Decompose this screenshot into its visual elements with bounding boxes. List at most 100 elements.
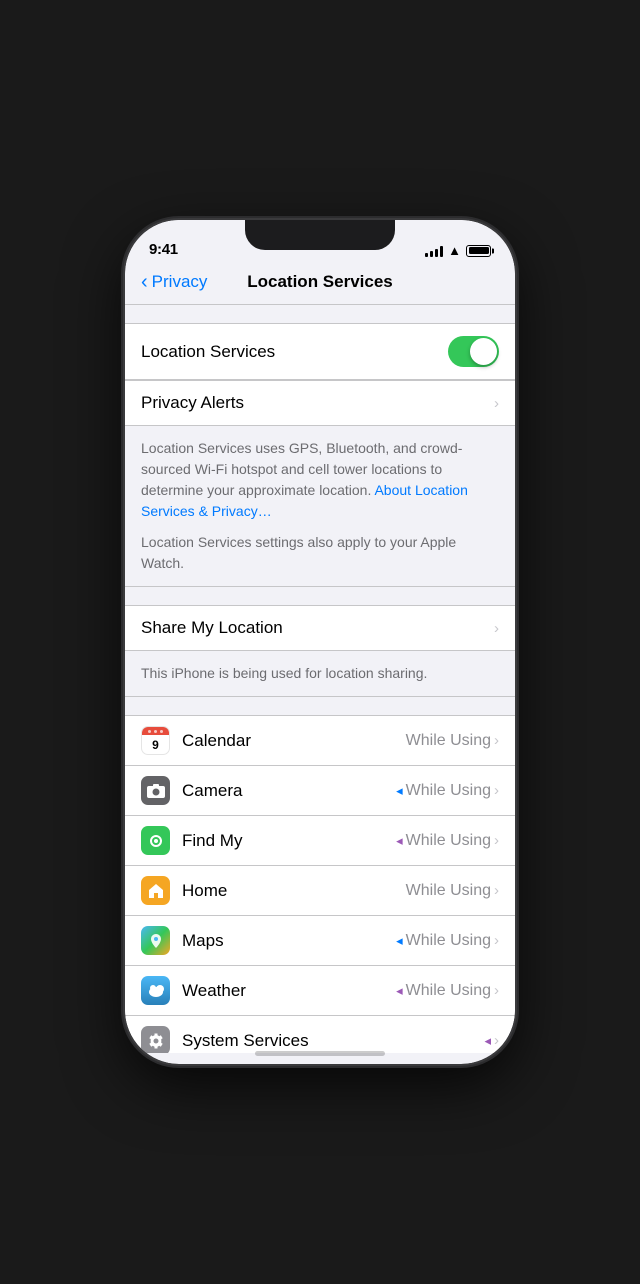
apps-group: 9 Calendar While Using ›: [125, 715, 515, 1053]
cal-dot-3: [160, 730, 163, 733]
app-status-calendar: While Using ›: [406, 732, 499, 750]
camera-status-text: While Using: [406, 782, 491, 800]
maps-location-arrow-icon: ◂: [396, 933, 403, 949]
camera-svg: [147, 784, 165, 798]
battery-icon: [466, 245, 491, 257]
app-row-camera[interactable]: Camera ◂ While Using ›: [125, 766, 515, 816]
phone-screen: 9:41 ▲ ‹ Privacy Location Services: [125, 220, 515, 1064]
findmy-location-arrow-icon: ◂: [396, 833, 403, 849]
cal-date: 9: [152, 735, 159, 754]
share-location-desc: This iPhone is being used for location s…: [125, 651, 515, 697]
app-row-system[interactable]: System Services ◂ ›: [125, 1016, 515, 1053]
app-name-weather: Weather: [182, 981, 396, 1001]
app-name-camera: Camera: [182, 781, 396, 801]
findmy-status-text: While Using: [406, 832, 491, 850]
weather-icon: [141, 976, 170, 1005]
weather-chevron-icon: ›: [494, 982, 499, 999]
signal-bar-1: [425, 253, 428, 257]
findmy-icon: [141, 826, 170, 855]
privacy-alerts-group: Privacy Alerts ›: [125, 380, 515, 426]
toggle-thumb: [470, 338, 497, 365]
back-chevron-icon: ‹: [141, 272, 148, 292]
share-location-chevron-icon: ›: [494, 620, 499, 637]
cal-dot-2: [154, 730, 157, 733]
privacy-alerts-row[interactable]: Privacy Alerts ›: [125, 381, 515, 425]
calendar-chevron-icon: ›: [494, 732, 499, 749]
app-status-weather: ◂ While Using ›: [396, 982, 499, 1000]
location-services-group: Location Services: [125, 323, 515, 380]
status-icons: ▲: [425, 243, 491, 258]
home-svg: [147, 882, 165, 900]
app-name-calendar: Calendar: [182, 731, 406, 751]
findmy-svg: [147, 832, 165, 850]
location-services-row[interactable]: Location Services: [125, 324, 515, 379]
nav-bar: ‹ Privacy Location Services: [125, 264, 515, 305]
maps-chevron-icon: ›: [494, 932, 499, 949]
cal-dots: [148, 729, 163, 733]
calendar-icon: 9: [141, 726, 170, 755]
system-location-arrow-icon: ◂: [484, 1033, 491, 1049]
app-row-findmy[interactable]: Find My ◂ While Using ›: [125, 816, 515, 866]
cal-dot-1: [148, 730, 151, 733]
spacer-4: [125, 697, 515, 715]
home-chevron-icon: ›: [494, 882, 499, 899]
page-title: Location Services: [247, 272, 393, 292]
wifi-icon: ▲: [448, 243, 461, 258]
app-row-maps[interactable]: Maps ◂ While Using ›: [125, 916, 515, 966]
privacy-alerts-label: Privacy Alerts: [141, 393, 244, 413]
app-name-maps: Maps: [182, 931, 396, 951]
battery-fill: [469, 247, 489, 254]
home-indicator: [255, 1051, 385, 1056]
back-label: Privacy: [152, 272, 208, 292]
spacer-1: [125, 305, 515, 323]
app-row-weather[interactable]: Weather ◂ While Using ›: [125, 966, 515, 1016]
camera-icon: [141, 776, 170, 805]
calendar-status-text: While Using: [406, 732, 491, 750]
signal-bars-icon: [425, 245, 443, 257]
home-icon: [141, 876, 170, 905]
system-services-icon: [141, 1026, 170, 1053]
back-button[interactable]: ‹ Privacy: [141, 272, 207, 292]
system-svg: [147, 1032, 165, 1050]
app-status-camera: ◂ While Using ›: [396, 782, 499, 800]
signal-bar-2: [430, 251, 433, 257]
cal-icon-top: [142, 727, 169, 735]
system-chevron-icon: ›: [494, 1032, 499, 1049]
app-name-home: Home: [182, 881, 406, 901]
app-status-findmy: ◂ While Using ›: [396, 832, 499, 850]
share-location-desc-text: This iPhone is being used for location s…: [141, 663, 499, 684]
app-name-system: System Services: [182, 1031, 484, 1051]
app-name-findmy: Find My: [182, 831, 396, 851]
notch: [245, 220, 395, 250]
weather-location-arrow-icon: ◂: [396, 983, 403, 999]
share-location-right: ›: [494, 620, 499, 637]
phone-frame: 9:41 ▲ ‹ Privacy Location Services: [125, 220, 515, 1064]
description-block: Location Services uses GPS, Bluetooth, a…: [125, 426, 515, 587]
spacer-3: [125, 587, 515, 605]
home-status-text: While Using: [406, 882, 491, 900]
privacy-alerts-chevron-icon: ›: [494, 395, 499, 412]
location-services-label: Location Services: [141, 342, 275, 362]
description-text: Location Services uses GPS, Bluetooth, a…: [141, 438, 499, 522]
signal-bar-3: [435, 249, 438, 257]
camera-location-arrow-icon: ◂: [396, 783, 403, 799]
camera-chevron-icon: ›: [494, 782, 499, 799]
description-watch-text: Location Services settings also apply to…: [141, 532, 499, 574]
share-location-label: Share My Location: [141, 618, 283, 638]
status-time: 9:41: [149, 241, 178, 258]
app-status-system: ◂ ›: [484, 1032, 499, 1049]
app-status-maps: ◂ While Using ›: [396, 932, 499, 950]
app-row-calendar[interactable]: 9 Calendar While Using ›: [125, 716, 515, 766]
maps-svg: [147, 932, 165, 950]
app-row-home[interactable]: Home While Using ›: [125, 866, 515, 916]
app-status-home: While Using ›: [406, 882, 499, 900]
privacy-alerts-right: ›: [494, 395, 499, 412]
share-location-group: Share My Location ›: [125, 605, 515, 651]
maps-status-text: While Using: [406, 932, 491, 950]
weather-status-text: While Using: [406, 982, 491, 1000]
share-location-row[interactable]: Share My Location ›: [125, 606, 515, 650]
findmy-chevron-icon: ›: [494, 832, 499, 849]
location-services-toggle[interactable]: [448, 336, 499, 367]
content-area[interactable]: Location Services Privacy Alerts ›: [125, 305, 515, 1053]
weather-svg: [147, 984, 165, 998]
